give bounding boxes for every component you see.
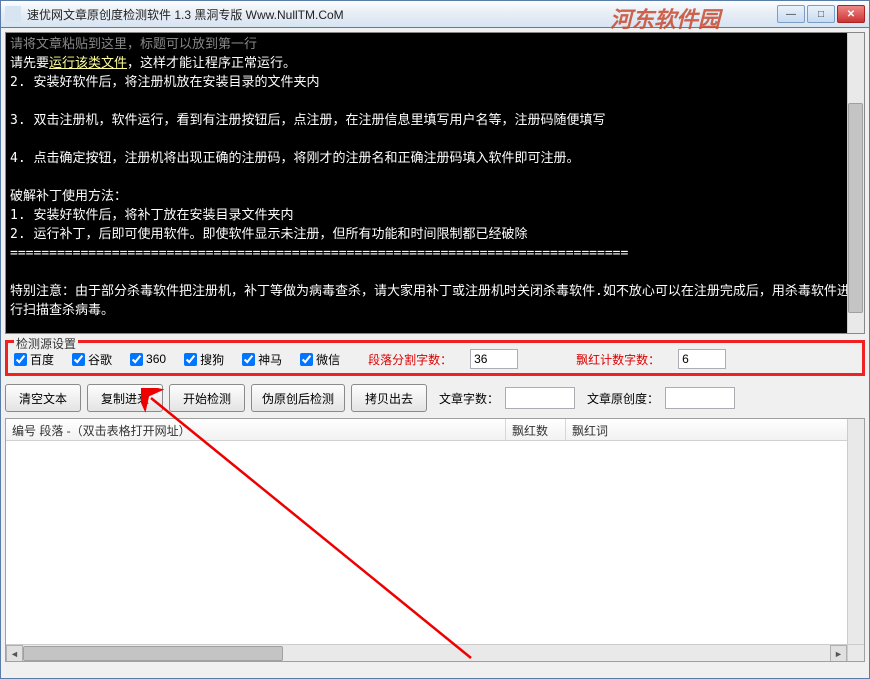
col-red-words[interactable]: 飘红词 [566,419,864,440]
source-weixin[interactable]: 微信 [300,351,340,368]
word-count-label: 文章字数： [439,390,499,407]
table-vscrollbar[interactable] [847,419,864,644]
clear-text-button[interactable]: 清空文本 [5,384,81,412]
source-google[interactable]: 谷歌 [72,351,112,368]
copy-out-button[interactable]: 拷贝出去 [351,384,427,412]
placeholder-text: 请将文章粘贴到这里，标题可以放到第一行 [10,37,257,52]
detection-source-fieldset: 检测源设置 百度 谷歌 360 搜狗 神马 微信 段落分割字数： 飘红计数字数： [5,340,865,376]
source-baidu[interactable]: 百度 [14,351,54,368]
scrollbar-thumb[interactable] [848,103,863,313]
para-split-label: 段落分割字数： [368,351,452,368]
copy-in-button[interactable]: 复制进来 [87,384,163,412]
hscroll-thumb[interactable] [23,646,283,661]
source-360[interactable]: 360 [130,352,166,366]
checkbox-360[interactable] [130,353,143,366]
source-sogou[interactable]: 搜狗 [184,351,224,368]
window-title: 速优网文章原创度检测软件 1.3 黑洞专版 Www.NullTM.CoM [27,6,777,23]
source-checkbox-row: 百度 谷歌 360 搜狗 神马 微信 段落分割字数： 飘红计数字数： [14,349,856,369]
originality-label: 文章原创度： [587,390,659,407]
table-body[interactable] [6,441,864,641]
checkbox-weixin[interactable] [300,353,313,366]
checkbox-baidu[interactable] [14,353,27,366]
app-icon [5,6,21,22]
maximize-button[interactable]: □ [807,5,835,23]
red-count-input[interactable] [678,349,726,369]
minimize-button[interactable]: — [777,5,805,23]
run-file-link[interactable]: 运行该类文件 [49,56,127,71]
originality-value[interactable] [665,387,735,409]
checkbox-sogou[interactable] [184,353,197,366]
scroll-right-btn[interactable]: ► [830,645,847,662]
fieldset-legend: 检测源设置 [14,335,78,352]
close-button[interactable]: ✕ [837,5,865,23]
checkbox-shenma[interactable] [242,353,255,366]
table-header: 编号 段落 -（双击表格打开网址） 飘红数 飘红词 [6,419,864,441]
titlebar: 速优网文章原创度检测软件 1.3 黑洞专版 Www.NullTM.CoM — □… [0,0,870,28]
results-table: 编号 段落 -（双击表格打开网址） 飘红数 飘红词 ◄ ► [5,418,865,662]
col-red-count[interactable]: 飘红数 [506,419,566,440]
scroll-corner [847,644,864,661]
word-count-value[interactable] [505,387,575,409]
col-paragraph[interactable]: 编号 段落 -（双击表格打开网址） [6,419,506,440]
red-count-label: 飘红计数字数： [576,351,660,368]
source-shenma[interactable]: 神马 [242,351,282,368]
checkbox-google[interactable] [72,353,85,366]
start-detect-button[interactable]: 开始检测 [169,384,245,412]
pseudo-detect-button[interactable]: 伪原创后检测 [251,384,345,412]
article-textarea[interactable]: 请将文章粘贴到这里，标题可以放到第一行 请先要运行该类文件，这样才能让程序正常运… [5,32,865,334]
button-row: 清空文本 复制进来 开始检测 伪原创后检测 拷贝出去 文章字数： 文章原创度： [5,384,865,412]
client-area: 请将文章粘贴到这里，标题可以放到第一行 请先要运行该类文件，这样才能让程序正常运… [0,28,870,679]
para-split-input[interactable] [470,349,518,369]
scroll-left-btn[interactable]: ◄ [6,645,23,662]
article-body: 2. 安装好软件后，将注册机放在安装目录的文件夹内 3. 双击注册机，软件运行，… [10,75,850,318]
article-content: 请将文章粘贴到这里，标题可以放到第一行 请先要运行该类文件，这样才能让程序正常运… [6,33,864,322]
textarea-scrollbar[interactable] [847,33,864,333]
table-hscrollbar[interactable]: ◄ ► [6,644,847,661]
